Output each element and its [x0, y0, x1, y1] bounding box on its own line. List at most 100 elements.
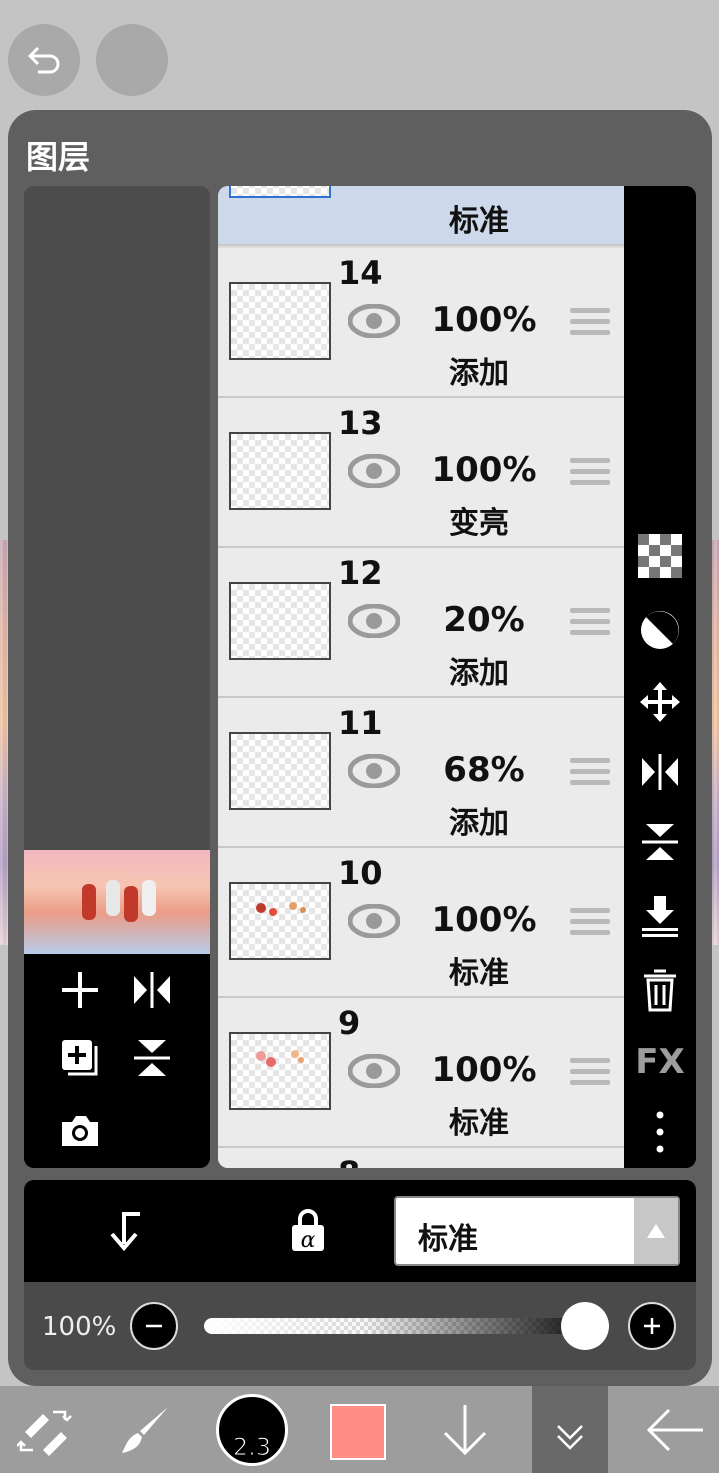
layer-thumbnail: [229, 882, 331, 960]
layer-actions-column: FX: [624, 186, 696, 1168]
eye-icon[interactable]: [348, 304, 400, 338]
undo-button[interactable]: [8, 24, 80, 96]
canvas-thumbnail[interactable]: [24, 850, 210, 954]
redo-button[interactable]: [96, 24, 168, 96]
layers-toggle-button[interactable]: [532, 1386, 608, 1473]
plus-icon: [62, 972, 98, 1008]
download-button[interactable]: [430, 1386, 500, 1473]
layer-number: 14: [338, 254, 383, 292]
layer-blend-mode: 标准: [449, 956, 509, 991]
brush-button[interactable]: [110, 1386, 180, 1473]
layer-number: 12: [338, 554, 383, 592]
plus-icon: [644, 1318, 660, 1334]
eye-icon[interactable]: [348, 604, 400, 638]
opacity-slider-track[interactable]: [204, 1318, 604, 1334]
opacity-slider-handle[interactable]: [560, 1302, 609, 1350]
duplicate-layer-icon: [62, 1040, 98, 1076]
transparency-button[interactable]: [636, 532, 684, 580]
arrow-down-icon: [443, 1404, 487, 1455]
merge-down-icon: [642, 896, 678, 937]
layer-row-9[interactable]: 9 100% 标准: [218, 998, 624, 1148]
drag-handle-icon[interactable]: [570, 758, 610, 788]
layer-opacity: 68%: [443, 750, 525, 790]
flip-vertical-layer-button[interactable]: [636, 818, 684, 866]
layer-row-8[interactable]: 8: [218, 1148, 624, 1168]
more-button[interactable]: [636, 1108, 684, 1156]
layer-list[interactable]: 标准 14 100% 添加 13 100% 变亮 12 20% 添加 11 68…: [218, 186, 624, 1168]
layer-row-10[interactable]: 10 100% 标准: [218, 848, 624, 998]
layer-blend-mode: 变亮: [449, 506, 509, 541]
opacity-value: 100%: [42, 1312, 117, 1342]
undo-icon: [27, 46, 60, 74]
drag-handle-icon[interactable]: [570, 608, 610, 638]
current-color-swatch[interactable]: [330, 1404, 386, 1460]
fill-button[interactable]: [636, 606, 684, 654]
layer-row-12[interactable]: 12 20% 添加: [218, 548, 624, 698]
layer-thumbnail: [229, 582, 331, 660]
flip-horizontal-icon: [134, 972, 170, 1008]
layer-row-11[interactable]: 11 68% 添加: [218, 698, 624, 848]
svg-text:α: α: [301, 1228, 316, 1253]
brush-icon: [122, 1406, 168, 1453]
delete-layer-button[interactable]: [636, 966, 684, 1014]
layer-thumbnail: [229, 1032, 331, 1110]
layer-tools: [24, 954, 210, 1168]
more-vertical-icon: [656, 1111, 664, 1153]
arrow-left-icon: [646, 1408, 703, 1451]
eye-icon[interactable]: [348, 754, 400, 788]
layer-thumbnail: [229, 432, 331, 510]
flip-vertical-button[interactable]: [124, 1030, 180, 1086]
move-button[interactable]: [636, 678, 684, 726]
layer-art: [256, 902, 306, 916]
layers-panel: 图层 标准 14 100% 添加 13 100% 变亮 12 20% 添加 11…: [8, 110, 712, 1386]
drag-handle-icon[interactable]: [570, 1058, 610, 1088]
merge-down-button[interactable]: [636, 892, 684, 940]
blend-mode-select[interactable]: 标准: [394, 1196, 680, 1266]
camera-button[interactable]: [52, 1102, 108, 1158]
layer-row-selected[interactable]: 标准: [218, 186, 624, 246]
panel-title: 图层: [26, 138, 91, 176]
fx-button[interactable]: FX: [635, 1038, 684, 1086]
layer-opacity: 100%: [431, 300, 537, 340]
layer-number: 10: [338, 854, 383, 892]
back-button[interactable]: [640, 1386, 710, 1473]
layer-opacity: 20%: [443, 600, 525, 640]
layer-number: 11: [338, 704, 383, 742]
eye-icon[interactable]: [348, 454, 400, 488]
dropdown-arrow-icon[interactable]: [634, 1198, 678, 1264]
layer-thumbnail: [229, 282, 331, 360]
layer-thumbnail: [229, 732, 331, 810]
layer-number: 13: [338, 404, 383, 442]
move-icon: [640, 682, 680, 722]
layer-blend-mode: 添加: [449, 806, 509, 841]
layer-row-14[interactable]: 14 100% 添加: [218, 248, 624, 398]
layer-opacity: 100%: [431, 1050, 537, 1090]
camera-icon: [62, 1116, 98, 1146]
transparency-icon: [638, 534, 682, 578]
tool-switch-button[interactable]: [10, 1386, 80, 1473]
drag-handle-icon[interactable]: [570, 458, 610, 488]
drag-handle-icon[interactable]: [570, 908, 610, 938]
trash-icon: [644, 969, 676, 1012]
drag-handle-icon[interactable]: [570, 308, 610, 338]
alpha-lock-button[interactable]: α: [280, 1202, 336, 1258]
duplicate-layer-button[interactable]: [52, 1030, 108, 1086]
eye-icon[interactable]: [348, 904, 400, 938]
opacity-decrease-button[interactable]: [130, 1302, 178, 1350]
layer-thumbnail: [229, 186, 331, 198]
brush-size-value: 2.3: [232, 1433, 272, 1462]
brush-size-button[interactable]: 2.3: [216, 1394, 288, 1466]
layer-opacity: 100%: [431, 900, 537, 940]
minus-icon: [146, 1324, 162, 1328]
opacity-increase-button[interactable]: [628, 1302, 676, 1350]
add-layer-button[interactable]: [52, 962, 108, 1018]
layer-number: 9: [338, 1004, 361, 1042]
layer-blend-mode: 标准: [449, 1106, 509, 1141]
flip-vertical-icon: [642, 824, 678, 860]
alpha-lock-icon: α: [292, 1209, 324, 1253]
eye-icon[interactable]: [348, 1054, 400, 1088]
flip-horizontal-layer-button[interactable]: [636, 748, 684, 796]
layer-row-13[interactable]: 13 100% 变亮: [218, 398, 624, 548]
flip-horizontal-button[interactable]: [124, 962, 180, 1018]
clipping-button[interactable]: [96, 1202, 152, 1258]
